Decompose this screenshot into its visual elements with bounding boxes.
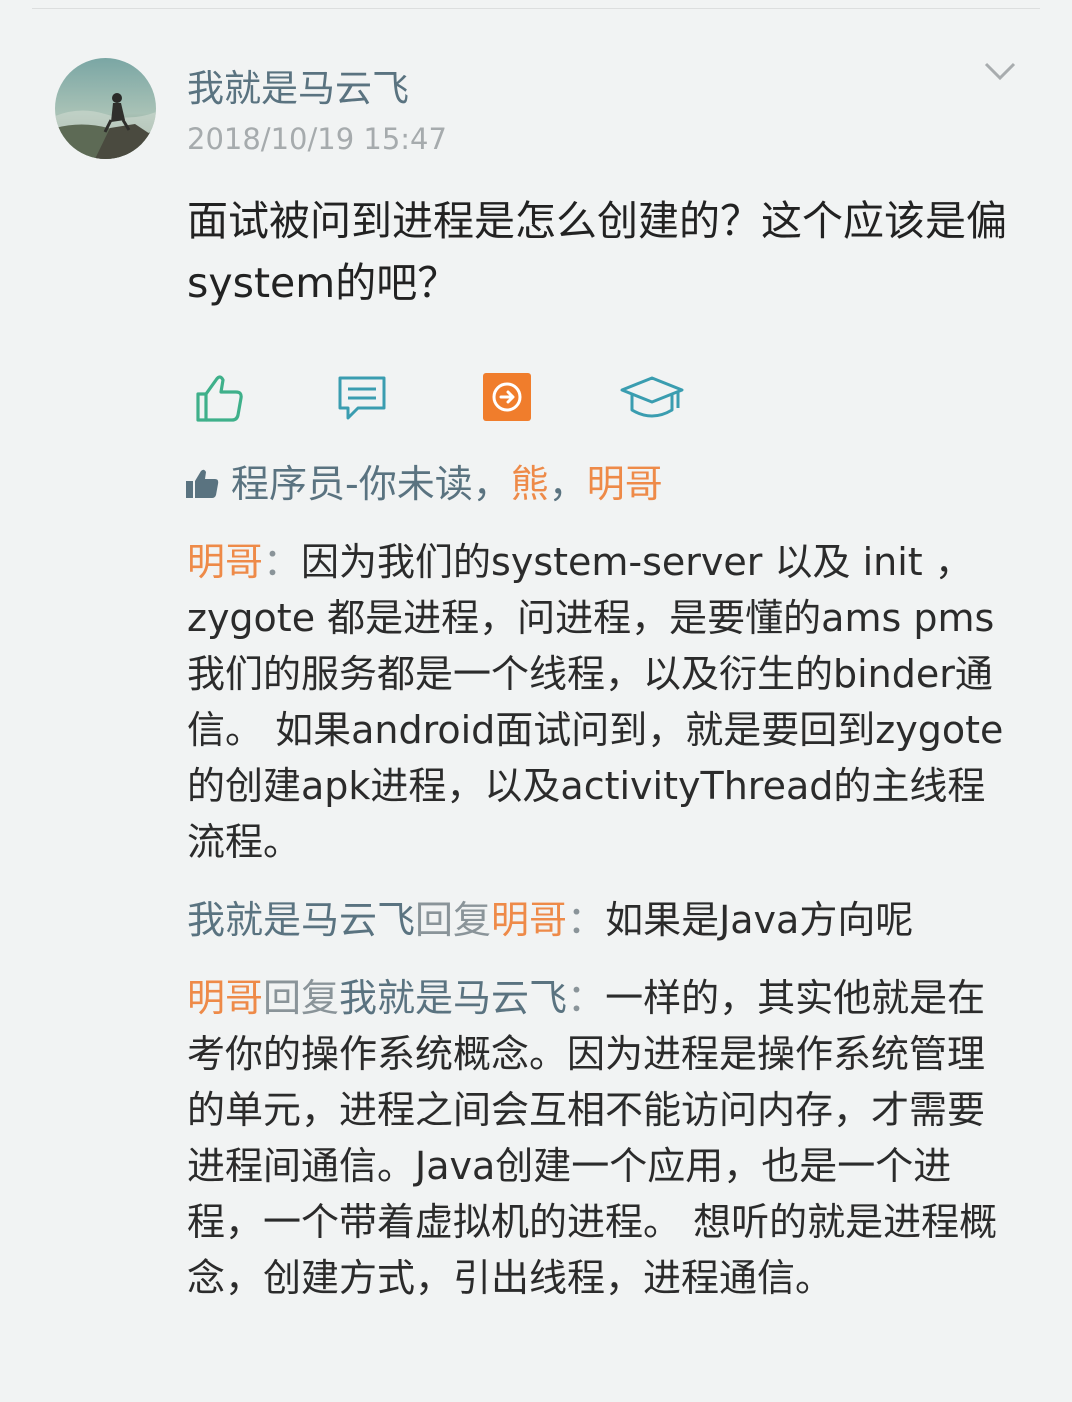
like-separator: ， <box>548 462 587 506</box>
top-divider <box>32 8 1040 9</box>
comment-text: 因为我们的system-server 以及 init ，zygote 都是进程，… <box>187 540 1004 864</box>
like-button[interactable] <box>192 370 248 426</box>
reply-word: 回复 <box>415 898 492 942</box>
chevron-down-icon[interactable] <box>982 58 1018 84</box>
comment-item: 明哥回复我就是马云飞：一样的，其实他就是在考你的操作系统概念。因为进程是操作系统… <box>187 970 1017 1306</box>
like-list: 程序员-你未读，熊，明哥 <box>185 456 663 512</box>
like-user[interactable]: 程序员-你未读 <box>231 462 473 506</box>
comment-author[interactable]: 明哥 <box>187 540 263 584</box>
like-user[interactable]: 明哥 <box>587 462 663 506</box>
post-time: 2018/10/19 15:47 <box>187 122 447 156</box>
reply-to[interactable]: 我就是马云飞 <box>339 976 567 1020</box>
share-icon <box>483 373 531 421</box>
like-user[interactable]: 熊 <box>511 462 549 506</box>
comment-item: 明哥：因为我们的system-server 以及 init ，zygote 都是… <box>187 534 1017 870</box>
comment-button[interactable] <box>334 370 390 426</box>
comment-text: 如果是Java方向呢 <box>605 898 914 942</box>
comment-colon: ： <box>567 898 606 942</box>
thumbs-up-icon <box>196 375 243 422</box>
comment-author[interactable]: 我就是马云飞 <box>187 898 415 942</box>
like-separator: ， <box>472 462 511 506</box>
avatar[interactable] <box>55 58 156 159</box>
share-button[interactable] <box>482 372 538 428</box>
comment-item: 我就是马云飞回复明哥：如果是Java方向呢 <box>187 892 1017 948</box>
graduation-cap-icon <box>620 376 684 418</box>
learn-button[interactable] <box>618 370 686 426</box>
author-name[interactable]: 我就是马云飞 <box>187 58 409 112</box>
reply-word: 回复 <box>263 976 340 1020</box>
comment-text: 一样的，其实他就是在考你的操作系统概念。因为进程是操作系统管理的单元，进程之间会… <box>187 976 998 1300</box>
post-text: 面试被问到进程是怎么创建的？这个应该是偏system的吧？ <box>187 197 1007 307</box>
comment-colon: ： <box>263 540 302 584</box>
comment-icon <box>338 376 386 420</box>
thumbs-up-icon <box>186 469 219 498</box>
comment-author[interactable]: 明哥 <box>187 976 263 1020</box>
reply-to[interactable]: 明哥 <box>491 898 567 942</box>
comment-colon: ： <box>567 976 606 1020</box>
